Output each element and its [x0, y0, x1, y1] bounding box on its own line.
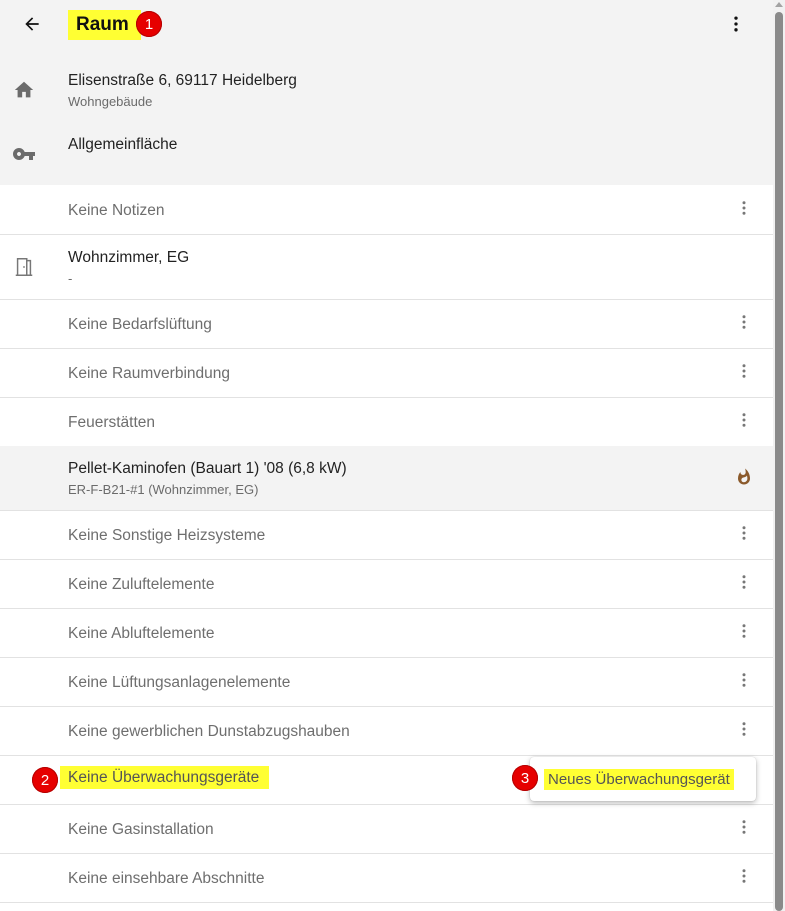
zuluft-menu-button[interactable] [733, 573, 755, 595]
zuluft-label: Keine Zuluftelemente [68, 576, 215, 593]
fireplace-title: Pellet-Kaminofen (Bauart 1) '08 (6,8 kW) [68, 460, 347, 477]
area-info[interactable]: Allgemeinfläche [0, 130, 773, 180]
abschnitte-label: Keine einsehbare Abschnitte [68, 870, 265, 887]
room-row[interactable]: Wohnzimmer, EG - [0, 235, 773, 300]
dunstabzug-row[interactable]: Keine gewerblichen Dunstabzugshauben [0, 707, 773, 756]
vertical-scrollbar[interactable] [773, 0, 785, 911]
annotation-badge-3: 3 [512, 765, 538, 791]
annotation-badge-2: 2 [32, 767, 58, 793]
notes-menu-button[interactable] [733, 199, 755, 221]
top-bar: Raum 1 [0, 0, 773, 52]
page-title-highlight: Raum [68, 10, 141, 40]
heizsysteme-label: Keine Sonstige Heizsysteme [68, 527, 266, 544]
fireplace-row[interactable]: Pellet-Kaminofen (Bauart 1) '08 (6,8 kW)… [0, 446, 773, 511]
header-menu-button[interactable] [724, 14, 748, 38]
new-monitoring-device-menu-item[interactable]: Neues Überwachungsgerät [530, 757, 756, 801]
lueftungsanlage-label: Keine Lüftungsanlagenelemente [68, 674, 291, 691]
area-label: Allgemeinfläche [68, 136, 178, 153]
abschnitte-row[interactable]: Keine einsehbare Abschnitte [0, 854, 773, 903]
building-info[interactable]: Elisenstraße 6, 69117 Heidelberg Wohngeb… [0, 60, 773, 120]
notes-row[interactable]: Keine Notizen [0, 186, 773, 235]
page-title: Raum [76, 14, 129, 35]
more-vertical-icon [735, 671, 753, 694]
more-vertical-icon [735, 199, 753, 222]
room-detail: - [68, 271, 73, 286]
more-vertical-icon [735, 867, 753, 890]
heizsysteme-row[interactable]: Keine Sonstige Heizsysteme [0, 511, 773, 560]
abluft-label: Keine Abluftelemente [68, 625, 215, 642]
scrollbar-thumb[interactable] [775, 12, 783, 911]
new-monitoring-device-label: Neues Überwachungsgerät [544, 769, 734, 790]
more-vertical-icon [726, 14, 746, 39]
back-button[interactable] [18, 12, 46, 40]
more-vertical-icon [735, 362, 753, 385]
more-vertical-icon [735, 524, 753, 547]
abluft-row[interactable]: Keine Abluftelemente [0, 609, 773, 658]
bedarfslueftung-menu-button[interactable] [733, 313, 755, 335]
ueberwachung-label: Keine Überwachungsgeräte [60, 766, 270, 789]
key-icon [12, 142, 36, 166]
notes-label: Keine Notizen [68, 202, 165, 219]
arrow-left-icon [22, 14, 42, 39]
gasinstallation-menu-button[interactable] [733, 818, 755, 840]
building-type: Wohngebäude [68, 94, 153, 109]
more-vertical-icon [735, 411, 753, 434]
home-icon [12, 78, 36, 102]
feuerstaetten-label: Feuerstätten [68, 414, 156, 431]
lueftungsanlage-menu-button[interactable] [733, 671, 755, 693]
gasinstallation-label: Keine Gasinstallation [68, 821, 214, 838]
feuerstaetten-menu-button[interactable] [733, 411, 755, 433]
bedarfslueftung-label: Keine Bedarfslüftung [68, 316, 212, 333]
gasinstallation-row[interactable]: Keine Gasinstallation [0, 805, 773, 854]
more-vertical-icon [735, 818, 753, 841]
heizsysteme-menu-button[interactable] [733, 524, 755, 546]
scroll-up-arrow-icon[interactable] [775, 2, 783, 7]
more-vertical-icon [735, 720, 753, 743]
feuerstaetten-row[interactable]: Feuerstätten [0, 398, 773, 446]
lueftungsanlage-row[interactable]: Keine Lüftungsanlagenelemente [0, 658, 773, 707]
raumverbindung-label: Keine Raumverbindung [68, 365, 230, 382]
room-name: Wohnzimmer, EG [68, 249, 190, 266]
door-icon [12, 255, 36, 279]
more-vertical-icon [735, 622, 753, 645]
annotation-badge-1: 1 [136, 11, 162, 37]
raumverbindung-row[interactable]: Keine Raumverbindung [0, 349, 773, 398]
dunstabzug-menu-button[interactable] [733, 720, 755, 742]
abluft-menu-button[interactable] [733, 622, 755, 644]
more-vertical-icon [735, 313, 753, 336]
header-section: Raum 1 Elisenstraße 6, 69117 Heidelberg … [0, 0, 773, 185]
raumverbindung-menu-button[interactable] [733, 362, 755, 384]
bedarfslueftung-row[interactable]: Keine Bedarfslüftung [0, 300, 773, 349]
app-window: Raum 1 Elisenstraße 6, 69117 Heidelberg … [0, 0, 773, 911]
ueberwachung-label-highlight: Keine Überwachungsgeräte [60, 766, 270, 789]
dunstabzug-label: Keine gewerblichen Dunstabzugshauben [68, 723, 350, 740]
abschnitte-menu-button[interactable] [733, 867, 755, 889]
zuluft-row[interactable]: Keine Zuluftelemente [0, 560, 773, 609]
flame-icon [733, 466, 755, 488]
building-address: Elisenstraße 6, 69117 Heidelberg [68, 72, 297, 89]
fireplace-subtitle: ER-F-B21-#1 (Wohnzimmer, EG) [68, 482, 259, 497]
more-vertical-icon [735, 573, 753, 596]
